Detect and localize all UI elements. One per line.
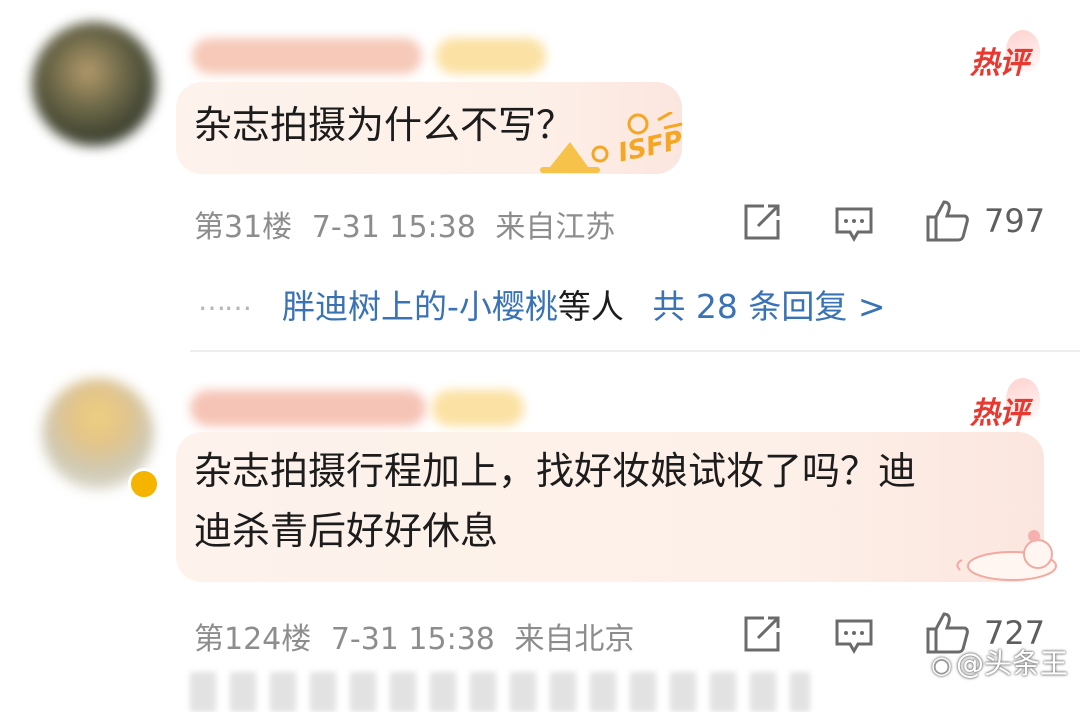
floor-number: 第124楼 (194, 622, 312, 657)
share-icon[interactable] (742, 614, 782, 654)
comment-date: 7-31 15:38 (311, 210, 476, 245)
comment-meta: 第31楼 7-31 15:38 来自江苏 (194, 202, 615, 246)
comment-meta: 第124楼 7-31 15:38 来自北京 (194, 614, 634, 658)
username[interactable] (190, 390, 426, 426)
floor-number: 第31楼 (194, 210, 293, 245)
watermark-text: @头条王 (955, 647, 1068, 680)
verified-badge-icon (128, 468, 160, 500)
reply-suffix: 等人 (557, 287, 624, 326)
like-count: 797 (984, 202, 1046, 240)
comment-date: 7-31 15:38 (330, 622, 495, 657)
reply-summary[interactable]: 胖迪树上的-小樱桃等人 共 28 条回复 > (282, 280, 886, 328)
share-icon[interactable] (742, 202, 782, 242)
reply-username[interactable]: 胖迪树上的-小樱桃 (282, 287, 558, 326)
comment-text: 杂志拍摄为什么不写？ (194, 103, 575, 147)
comment-icon[interactable] (834, 616, 874, 656)
watermark: ◉ @头条王 (931, 642, 1068, 682)
user-badge (436, 38, 546, 74)
reply-total-link[interactable]: 共 28 条回复 > (652, 287, 885, 326)
hot-comment-tag: 热评 (970, 46, 1029, 81)
comment-location: 来自江苏 (495, 210, 616, 245)
cat-sticker-icon (956, 530, 1057, 581)
comment-location: 来自北京 (514, 622, 635, 657)
reply-dots: …… (198, 284, 252, 317)
next-comment-partial (190, 672, 810, 712)
comment-icon[interactable] (834, 204, 874, 244)
comment-text-line-1: 杂志拍摄行程加上，找好妆娘试妆了吗？迪 (194, 449, 917, 493)
comment-item: 热评 杂志拍摄行程加上，找好妆娘试妆了吗？迪 迪杀青后好好休息 第124楼 7-… (0, 352, 1080, 692)
like-icon[interactable] (924, 198, 970, 244)
weibo-icon: ◉ (931, 651, 952, 679)
hot-comment-tag: 热评 (970, 396, 1029, 431)
comment-item: 热评 杂志拍摄为什么不写？ ISFP 第31楼 7-31 15:38 来自江苏 … (0, 0, 1080, 350)
username[interactable] (192, 38, 422, 74)
comment-text-line-2: 迪杀青后好好休息 (194, 509, 499, 553)
user-badge (432, 390, 524, 426)
avatar[interactable] (32, 22, 156, 146)
